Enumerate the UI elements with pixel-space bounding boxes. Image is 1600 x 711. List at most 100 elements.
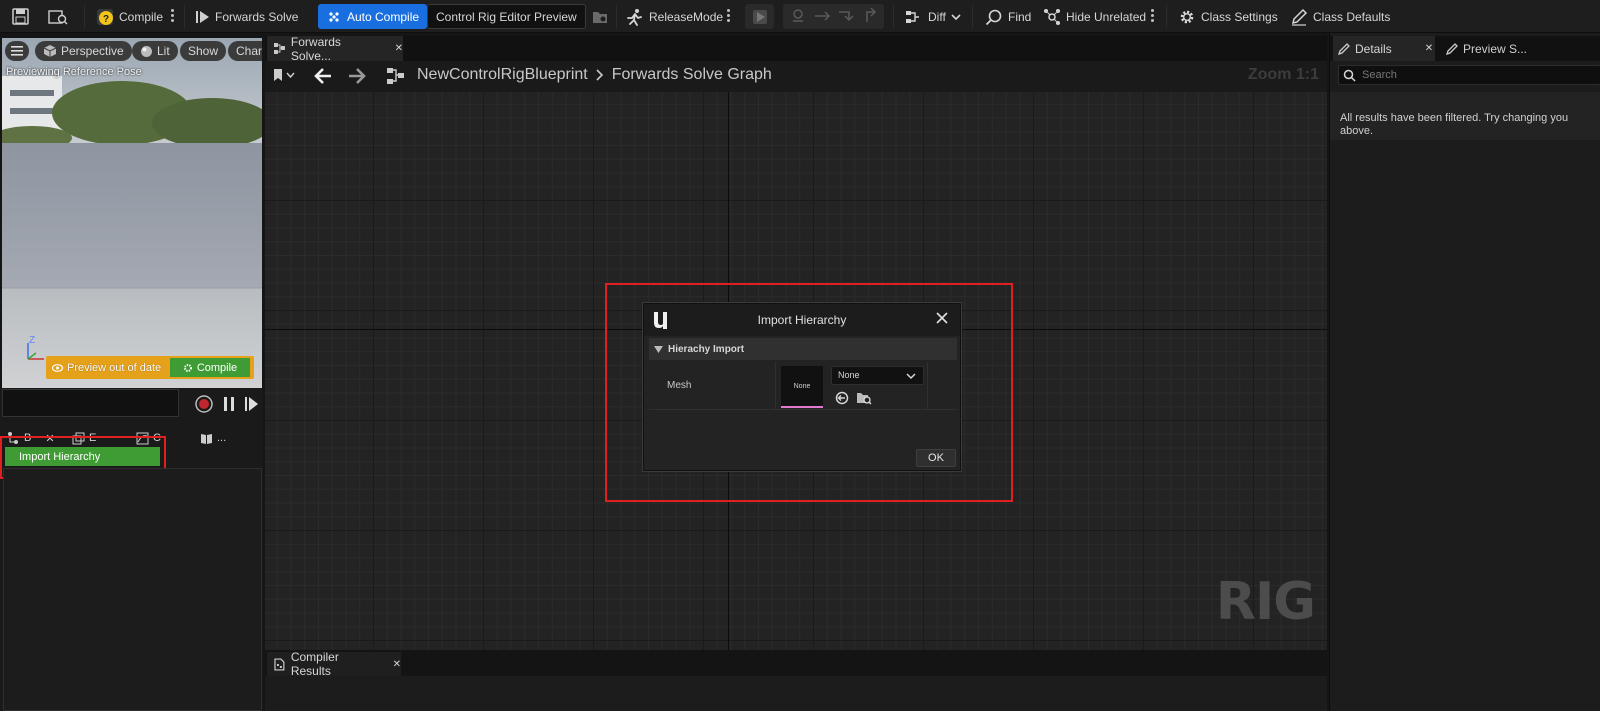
graph-tab-bar: Forwards Solve... ✕ (265, 34, 1327, 63)
graph-icon (273, 43, 285, 54)
dialog-title-bar: Import Hierarchy (644, 304, 960, 336)
book-icon (201, 433, 212, 444)
tab-forwards-solve[interactable]: Forwards Solve... ✕ (267, 34, 403, 63)
preview-viewport[interactable]: Perspective Lit Show Chara Previewing Re… (2, 38, 262, 388)
find-icon (985, 9, 1002, 25)
simulate-button[interactable] (745, 4, 774, 29)
preview-out-of-date-label: Preview out of date (67, 361, 162, 374)
gear-icon (1180, 10, 1194, 23)
tab-forwards-solve-label: Forwards Solve... (290, 34, 341, 63)
viewport-menu-button[interactable] (5, 41, 29, 61)
axis-z-label: Z (29, 335, 36, 346)
auto-compile-label: Auto Compile (347, 9, 420, 24)
preview-mode-dropdown[interactable]: Control Rig Editor Preview (427, 4, 586, 29)
breadcrumb: NewControlRigBlueprint Forwards Solve Gr… (417, 66, 772, 84)
show-label: Show (188, 44, 219, 58)
perspective-button[interactable]: Perspective (35, 41, 132, 61)
class-defaults-button[interactable]: Class Defaults (1290, 4, 1390, 29)
play-disabled-icon (752, 9, 767, 24)
release-mode-button[interactable]: ReleaseMode (626, 4, 723, 29)
compile-label: Compile (119, 9, 164, 24)
toolbar-divider (893, 5, 894, 28)
edit-pencil-icon (1446, 42, 1458, 55)
diff-label: Diff (928, 9, 946, 24)
viewport-status-text: Previewing Reference Pose (6, 66, 142, 78)
step-forward-icon[interactable] (245, 396, 259, 412)
left-panel: B ✕ E C ... Import Hierarchy (0, 388, 263, 711)
close-icon[interactable]: ✕ (395, 43, 403, 54)
hide-unrelated-button[interactable]: Hide Unrelated (1043, 4, 1146, 29)
cube-icon (43, 45, 57, 57)
lit-sphere-icon (141, 45, 152, 57)
class-settings-button[interactable]: Class Settings (1178, 4, 1278, 29)
show-button[interactable]: Show (180, 41, 227, 61)
edit-pencil-icon (1338, 42, 1350, 55)
hide-unrelated-options-icon[interactable] (1151, 9, 1154, 23)
lit-button[interactable]: Lit (132, 41, 178, 61)
chevron-down-icon (951, 13, 961, 20)
breadcrumb-root[interactable]: NewControlRigBlueprint (417, 66, 588, 84)
find-label: Find (1008, 9, 1032, 24)
compiler-results-panel: Compiler Results ✕ (265, 650, 1327, 711)
close-icon[interactable]: ✕ (1425, 43, 1433, 54)
class-defaults-label: Class Defaults (1313, 9, 1391, 24)
property-divider (775, 362, 776, 410)
find-button[interactable]: Find (985, 4, 1031, 29)
character-button[interactable]: Chara (228, 41, 262, 61)
breadcrumb-graph[interactable]: Forwards Solve Graph (612, 66, 772, 84)
save-icon[interactable] (12, 4, 29, 29)
forwards-solve-label: Forwards Solve (215, 9, 299, 24)
filtered-message: All results have been filtered. Try chan… (1340, 112, 1569, 137)
section-title: Hierachy Import (668, 343, 745, 355)
eye-icon (52, 363, 63, 372)
hierarchy-import-section-header[interactable]: Hierachy Import (649, 338, 957, 360)
browse-asset-icon[interactable] (48, 4, 68, 29)
compile-warning-icon: ? (97, 8, 113, 25)
hide-unrelated-label: Hide Unrelated (1066, 9, 1147, 24)
chevron-right-icon (596, 69, 603, 81)
tab-compiler-results[interactable]: Compiler Results ✕ (267, 650, 401, 678)
gear-icon (183, 363, 192, 372)
compile-options-icon[interactable] (171, 9, 174, 23)
auto-compile-icon (329, 11, 339, 22)
graph-hierarchy-icon[interactable] (386, 67, 406, 85)
bookmark-menu[interactable] (273, 68, 295, 82)
mesh-label: Mesh (667, 380, 692, 391)
viewport-compile-button[interactable]: Compile (170, 358, 250, 377)
use-selected-asset-icon[interactable] (835, 391, 849, 405)
dialog-close-icon[interactable] (936, 312, 948, 324)
forwards-solve-button[interactable]: Forwards Solve (196, 4, 298, 29)
timeline-field[interactable] (2, 389, 179, 417)
ok-button[interactable]: OK (916, 449, 956, 467)
diff-button[interactable]: Diff (905, 4, 961, 29)
chevron-down-icon (286, 72, 295, 78)
toolbar-divider (84, 5, 85, 28)
tab-more[interactable]: ... (200, 428, 226, 448)
back-arrow-icon[interactable] (313, 67, 333, 85)
hierarchy-tree[interactable] (3, 468, 262, 711)
bookmark-icon (274, 69, 282, 81)
record-icon[interactable] (195, 395, 213, 413)
release-mode-options-icon[interactable] (727, 9, 730, 23)
main-toolbar: ? Compile Forwards Solve Auto Compile Co… (0, 0, 1600, 33)
browse-asset-icon[interactable] (856, 391, 872, 405)
dialog-title: Import Hierarchy (757, 313, 847, 327)
tab-details[interactable]: Details ✕ (1333, 36, 1435, 61)
compiler-results-body (265, 676, 1327, 711)
import-hierarchy-dialog: Import Hierarchy Hierachy Import Mesh No… (643, 303, 961, 471)
close-icon[interactable]: ✕ (393, 659, 401, 670)
details-tab-bar: Details ✕ Preview S... (1330, 36, 1600, 61)
forward-arrow-icon[interactable] (347, 67, 367, 85)
preview-out-of-date-bar: Preview out of date Compile (46, 356, 254, 379)
details-message-area: All results have been filtered. Try chan… (1330, 92, 1600, 140)
pause-icon[interactable] (223, 396, 235, 412)
tab-details-label: Details (1355, 41, 1392, 56)
mesh-asset-dropdown[interactable]: None (831, 366, 924, 385)
mesh-thumbnail[interactable]: None (781, 366, 823, 408)
compile-button[interactable]: ? Compile (96, 4, 163, 29)
diff-icon (906, 10, 919, 23)
tab-preview-settings[interactable]: Preview S... (1441, 36, 1571, 61)
preview-asset-icon[interactable] (592, 4, 608, 29)
auto-compile-button[interactable]: Auto Compile (318, 4, 428, 29)
details-search-input[interactable]: Search (1338, 65, 1600, 85)
